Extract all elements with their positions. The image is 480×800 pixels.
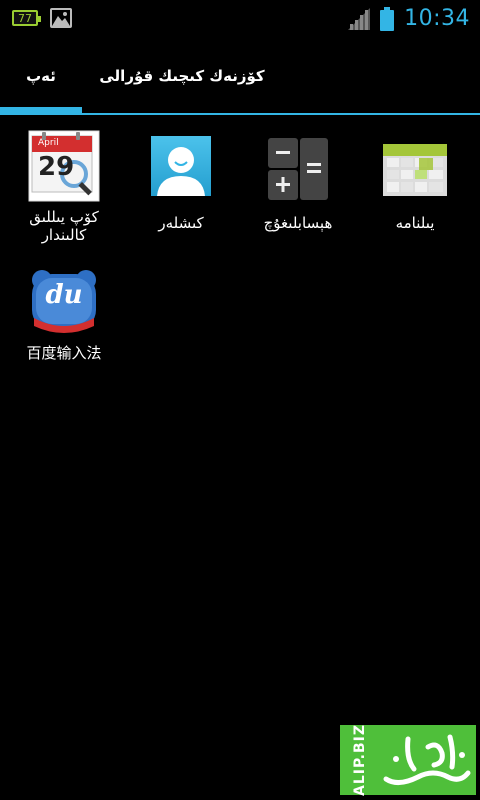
tab-widgets[interactable]: كۆزنەك كىچىك قۇرالى [82,38,282,114]
watermark-calligraphy [383,734,471,785]
app-perpetual-calendar[interactable]: April 29 كۆپ يىللىق كالىندار [4,130,124,244]
calendar-search-icon: April 29 [28,130,100,202]
app-contacts-label: كىشلەر [158,214,204,232]
battery-notification-value: 77 [18,11,32,25]
app-calculator[interactable]: ھېسابلىغۇچ [238,136,358,232]
battery-icon [380,6,395,31]
tab-apps-label: ئەپ [26,67,56,85]
battery-notification-icon: 77 [12,10,41,26]
tab-active-indicator [0,107,82,114]
calendar-search-day: 29 [38,152,75,182]
app-baidu-input-label: 百度输入法 [26,344,102,362]
app-calendar-label: يىلنامە [395,214,435,232]
app-calendar[interactable]: يىلنامە [355,136,475,232]
system-tray: 10:34 [348,6,470,31]
tab-bar: ئەپ كۆزنەك كىچىك قۇرالى [0,38,480,116]
app-contacts[interactable]: كىشلەر [121,136,241,232]
status-bar: 77 10:34 [0,0,480,38]
calculator-icon [262,136,334,208]
signal-icon [348,7,371,30]
baidu-input-icon-text: du [45,280,83,310]
tab-apps[interactable]: ئەپ [0,38,82,114]
app-calculator-label: ھېسابلىغۇچ [263,214,333,232]
contacts-icon [145,136,217,208]
tab-widgets-label: كۆزنەك كىچىك قۇرالى [99,67,265,85]
calendar-search-month: April [38,138,59,148]
calendar-icon [379,136,451,208]
clock: 10:34 [404,6,470,31]
watermark-text: ALIP.BIZ [352,723,368,796]
notification-area: 77 [12,8,72,28]
baidu-input-icon: du [28,266,100,338]
gallery-icon [50,8,72,28]
app-baidu-input[interactable]: du 百度输入法 [4,266,124,362]
watermark-logo: ALIP.BIZ [340,723,476,796]
app-perpetual-calendar-label: كۆپ يىللىق كالىندار [29,208,99,244]
